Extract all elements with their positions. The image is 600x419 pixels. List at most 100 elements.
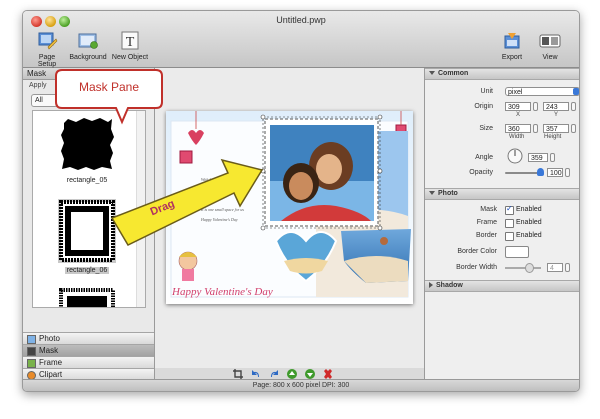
delete-icon[interactable]: [323, 369, 333, 379]
disclosure-down-icon: [429, 71, 435, 76]
svg-text:With love today and always: With love today and always: [201, 177, 245, 182]
border-option-label: Border: [475, 232, 497, 239]
border-color-label: Border Color: [457, 248, 497, 255]
section-common-title: Common: [438, 70, 469, 77]
mask-item[interactable]: rectangle_05: [57, 115, 117, 184]
photo-icon: [27, 335, 36, 344]
height-field[interactable]: 357: [543, 124, 569, 133]
mask-thumbnail: [59, 288, 115, 307]
angle-label: Angle: [475, 154, 493, 161]
opacity-slider[interactable]: [505, 172, 541, 174]
section-shadow-header[interactable]: Shadow: [425, 280, 579, 292]
section-photo-header[interactable]: Photo: [425, 188, 579, 200]
tab-frame[interactable]: Frame: [23, 356, 154, 368]
valentine-card[interactable]: With love today and always It is one sma…: [166, 111, 413, 304]
page-setup-icon: [38, 32, 58, 50]
status-bar: Page: 800 x 600 pixel DPI: 300: [23, 379, 579, 391]
crop-icon[interactable]: [233, 369, 243, 379]
border-width-knob[interactable]: [525, 263, 534, 273]
frame-icon: [27, 359, 36, 368]
bring-forward-icon[interactable]: [287, 369, 297, 379]
canvas-area[interactable]: With love today and always It is one sma…: [155, 68, 424, 368]
mask-sidebar: Mask Apply All rectangle_05 rectangle_06: [23, 68, 155, 380]
height-stepper[interactable]: [571, 124, 576, 133]
origin-y-field[interactable]: 243: [543, 102, 569, 111]
origin-y-stepper[interactable]: [571, 102, 576, 111]
export-label: Export: [501, 54, 523, 61]
origin-x-stepper[interactable]: [533, 102, 538, 111]
mask-enabled-text: Enabled: [516, 206, 542, 213]
filter-select[interactable]: All: [31, 94, 58, 107]
size-label: Size: [479, 125, 493, 132]
view-toggle-icon: [539, 34, 561, 48]
redo-icon[interactable]: [269, 369, 279, 379]
border-enabled-text: Enabled: [516, 232, 542, 239]
border-width-field[interactable]: 4: [547, 263, 563, 272]
angle-dial-icon[interactable]: [507, 148, 523, 164]
page-setup-button[interactable]: Page Setup: [29, 31, 65, 68]
export-icon: [504, 33, 520, 49]
mask-item[interactable]: rectangle_06: [57, 199, 117, 274]
border-width-label: Border Width: [456, 264, 497, 271]
opacity-field[interactable]: 100: [547, 168, 563, 177]
title-toolbar: Untitled.pwp Page Setup Background T New…: [23, 11, 579, 68]
section-photo-title: Photo: [438, 190, 458, 197]
tab-clipart-label: Clipart: [39, 370, 63, 379]
background-label: Background: [69, 54, 107, 61]
origin-x-field[interactable]: 309: [505, 102, 531, 111]
width-stepper[interactable]: [533, 124, 538, 133]
width-sublabel: Width: [509, 134, 525, 140]
frame-enabled-text: Enabled: [516, 219, 542, 226]
svg-text:T: T: [126, 35, 135, 50]
unit-label: Unit: [480, 88, 493, 95]
tab-frame-label: Frame: [39, 358, 63, 367]
opacity-stepper[interactable]: [565, 168, 570, 177]
border-color-well[interactable]: [505, 246, 529, 258]
mask-thumbnail: [61, 118, 114, 170]
select-arrows-icon: [573, 88, 579, 95]
undo-icon[interactable]: [251, 369, 261, 379]
mask-option-label: Mask: [480, 206, 497, 213]
mask-icon: [27, 347, 36, 356]
sidebar-header: Mask: [23, 68, 154, 80]
new-object-label: New Object: [111, 54, 149, 61]
origin-x-sublabel: X: [516, 112, 521, 118]
background-button[interactable]: Background: [68, 31, 108, 61]
send-backward-icon[interactable]: [305, 369, 315, 379]
tab-mask[interactable]: Mask: [23, 344, 154, 356]
card-artwork: With love today and always It is one sma…: [166, 111, 413, 304]
tab-mask-label: Mask: [39, 346, 59, 355]
opacity-label: Opacity: [469, 169, 493, 176]
unit-select[interactable]: pixel: [505, 87, 579, 96]
origin-label: Origin: [474, 103, 493, 110]
background-icon: [78, 33, 98, 49]
export-button[interactable]: Export: [497, 31, 527, 61]
page-setup-label: Page Setup: [37, 54, 57, 68]
app-window: Untitled.pwp Page Setup Background T New…: [22, 10, 580, 392]
angle-field[interactable]: 359: [528, 153, 548, 162]
angle-stepper[interactable]: [550, 153, 555, 162]
opacity-slider-knob[interactable]: [537, 168, 544, 176]
text-object-icon: T: [121, 31, 139, 50]
border-enabled-checkbox[interactable]: [505, 232, 514, 241]
mask-list-scrollbar[interactable]: [136, 111, 145, 307]
mask-thumbnail: [58, 199, 116, 263]
border-width-stepper[interactable]: [565, 263, 570, 272]
section-shadow-title: Shadow: [436, 282, 463, 289]
mask-item[interactable]: [57, 287, 117, 307]
tab-photo[interactable]: Photo: [23, 332, 154, 344]
frame-enabled-checkbox[interactable]: [505, 219, 514, 228]
svg-text:Happy Valentine's Day: Happy Valentine's Day: [200, 217, 238, 222]
border-width-slider[interactable]: [505, 267, 541, 269]
section-common-header[interactable]: Common: [425, 68, 579, 80]
tab-photo-label: Photo: [39, 334, 60, 343]
view-button[interactable]: View: [535, 31, 565, 61]
apply-label: Apply: [29, 82, 47, 89]
mask-list[interactable]: rectangle_05 rectangle_06: [32, 110, 146, 308]
height-sublabel: Height: [544, 134, 562, 140]
mask-enabled-checkbox[interactable]: [505, 204, 514, 215]
width-field[interactable]: 360: [505, 124, 531, 133]
mask-item-label: rectangle_06: [64, 267, 110, 274]
inspector-panel: Common Unit pixel Origin 309 243 X Y Siz…: [424, 68, 579, 379]
new-object-button[interactable]: T New Object: [110, 31, 150, 61]
